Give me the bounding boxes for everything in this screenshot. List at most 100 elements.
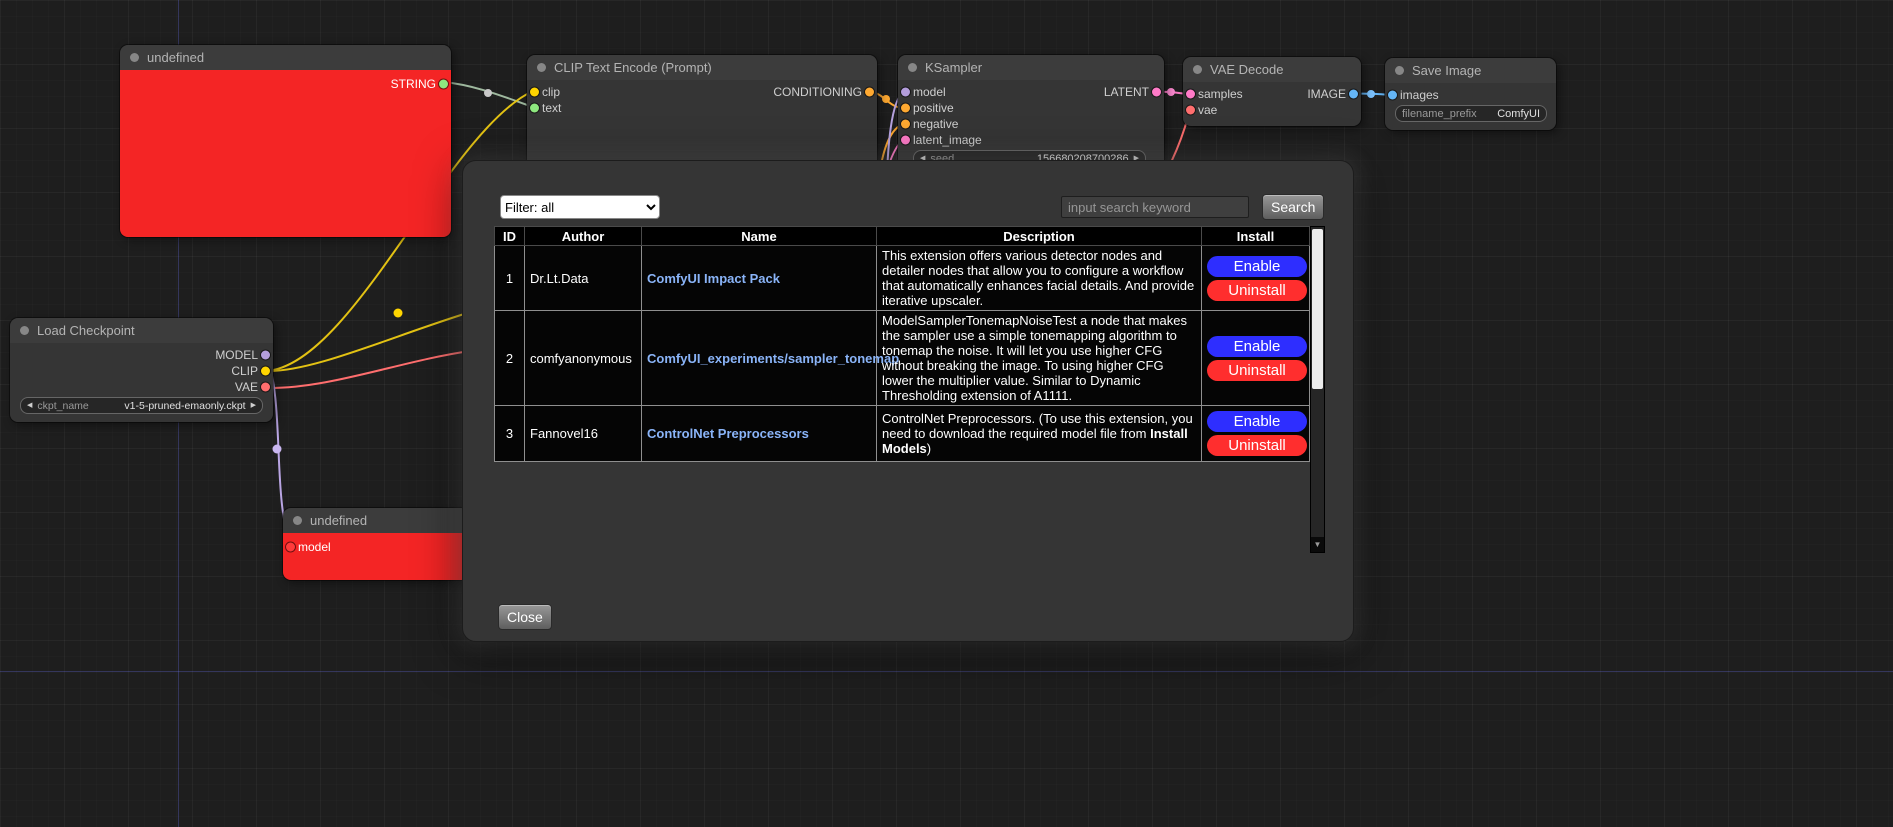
cell-name: ComfyUI_experiments/sampler_tonemap (642, 311, 877, 406)
cell-author: comfyanonymous (525, 311, 642, 406)
node-collapse-dot-icon[interactable] (293, 516, 302, 525)
link-midpoint-dot (394, 309, 403, 318)
node-undefined-bottom[interactable]: undefined model (283, 508, 469, 580)
extension-link[interactable]: ControlNet Preprocessors (647, 426, 809, 441)
conditioning-slot-dot[interactable] (901, 120, 910, 129)
conditioning-slot-dot[interactable] (901, 104, 910, 113)
node-title: Save Image (1412, 63, 1481, 78)
extension-table-container: ID Author Name Description Install 1 Dr.… (494, 226, 1324, 553)
node-load-checkpoint[interactable]: Load Checkpoint MODEL CLIP VAE ◀ ckpt_na… (10, 318, 273, 422)
close-button[interactable]: Close (498, 604, 552, 630)
input-slot-label: clip (542, 85, 560, 99)
enable-button[interactable]: Enable (1207, 256, 1307, 277)
node-title-bar[interactable]: Load Checkpoint (10, 318, 273, 343)
node-collapse-dot-icon[interactable] (537, 63, 546, 72)
cell-install: Enable Uninstall (1202, 406, 1310, 462)
input-slot-model: model (898, 84, 946, 100)
table-scrollbar[interactable]: ▼ (1310, 226, 1325, 553)
model-slot-dot[interactable] (901, 88, 910, 97)
output-slot-label: CLIP (231, 364, 258, 378)
extension-link[interactable]: ComfyUI Impact Pack (647, 271, 780, 286)
uninstall-button[interactable]: Uninstall (1207, 280, 1307, 301)
model-slot-dot[interactable] (286, 543, 295, 552)
node-collapse-dot-icon[interactable] (20, 326, 29, 335)
header-name: Name (642, 227, 877, 246)
node-title: undefined (147, 50, 204, 65)
header-author: Author (525, 227, 642, 246)
output-slot-label: VAE (235, 380, 258, 394)
output-slot-string: STRING (391, 76, 451, 92)
node-title-bar[interactable]: undefined (283, 508, 469, 533)
ckpt-name-widget[interactable]: ◀ ckpt_name v1-5-pruned-emaonly.ckpt ▶ (20, 397, 263, 414)
cell-install: Enable Uninstall (1202, 246, 1310, 311)
image-slot-dot[interactable] (1388, 91, 1397, 100)
cell-author: Dr.Lt.Data (525, 246, 642, 311)
input-slot-label: model (298, 540, 331, 554)
node-collapse-dot-icon[interactable] (908, 63, 917, 72)
latent-slot-dot[interactable] (1152, 88, 1161, 97)
input-slot-clip: clip (527, 84, 560, 100)
string-slot-dot[interactable] (530, 104, 539, 113)
vae-slot-dot[interactable] (1186, 106, 1195, 115)
uninstall-button[interactable]: Uninstall (1207, 360, 1307, 381)
node-title-bar[interactable]: VAE Decode (1183, 57, 1361, 82)
node-body: samples IMAGE vae (1183, 82, 1361, 126)
cell-install: Enable Uninstall (1202, 311, 1310, 406)
output-slot-model: MODEL (215, 347, 273, 363)
output-slot-label: CONDITIONING (773, 85, 862, 99)
string-slot-dot[interactable] (439, 80, 448, 89)
output-slot-vae: VAE (235, 379, 273, 395)
model-slot-dot[interactable] (261, 351, 270, 360)
scrollbar-thumb[interactable] (1312, 229, 1323, 389)
decrement-arrow-icon[interactable]: ◀ (27, 402, 32, 409)
node-title-bar[interactable]: CLIP Text Encode (Prompt) (527, 55, 877, 80)
input-slot-negative: negative (898, 116, 958, 132)
cell-id: 2 (495, 311, 525, 406)
node-save-image[interactable]: Save Image images filename_prefix ComfyU… (1385, 58, 1556, 130)
conditioning-slot-dot[interactable] (865, 88, 874, 97)
increment-arrow-icon[interactable]: ▶ (251, 402, 256, 409)
node-body-error: STRING (120, 70, 451, 237)
link-midpoint-dot (1167, 88, 1175, 96)
search-input[interactable] (1061, 196, 1249, 218)
node-undefined-top[interactable]: undefined STRING (120, 45, 451, 237)
filter-select[interactable]: Filter: all (500, 195, 660, 219)
input-slot-text: text (527, 100, 561, 116)
node-vae-decode[interactable]: VAE Decode samples IMAGE vae (1183, 57, 1361, 126)
node-body: MODEL CLIP VAE ◀ ckpt_name v1-5-pruned-e… (10, 343, 273, 422)
widget-value: v1-5-pruned-emaonly.ckpt (124, 400, 245, 412)
input-slot-label: positive (913, 101, 954, 115)
search-button[interactable]: Search (1262, 194, 1324, 220)
cell-author: Fannovel16 (525, 406, 642, 462)
clip-slot-dot[interactable] (261, 367, 270, 376)
node-title-bar[interactable]: Save Image (1385, 58, 1556, 83)
header-description: Description (877, 227, 1202, 246)
node-body-error: model (283, 533, 469, 580)
node-collapse-dot-icon[interactable] (130, 53, 139, 62)
image-slot-dot[interactable] (1349, 90, 1358, 99)
latent-slot-dot[interactable] (1186, 90, 1195, 99)
widget-value: ComfyUI (1497, 108, 1540, 120)
input-slot-latent-image: latent_image (898, 132, 982, 148)
node-title-bar[interactable]: KSampler (898, 55, 1164, 80)
input-slot-label: text (542, 101, 561, 115)
input-slot-images: images (1385, 87, 1439, 103)
node-title: Load Checkpoint (37, 323, 135, 338)
filename-prefix-widget[interactable]: filename_prefix ComfyUI (1395, 105, 1547, 122)
latent-slot-dot[interactable] (901, 136, 910, 145)
uninstall-button[interactable]: Uninstall (1207, 435, 1307, 456)
node-title-bar[interactable]: undefined (120, 45, 451, 70)
extension-link[interactable]: ComfyUI_experiments/sampler_tonemap (647, 351, 899, 366)
vae-slot-dot[interactable] (261, 383, 270, 392)
input-slot-samples: samples (1183, 86, 1243, 102)
enable-button[interactable]: Enable (1207, 411, 1307, 432)
cell-name: ControlNet Preprocessors (642, 406, 877, 462)
scroll-down-arrow-icon[interactable]: ▼ (1311, 537, 1324, 552)
enable-button[interactable]: Enable (1207, 336, 1307, 357)
clip-slot-dot[interactable] (530, 88, 539, 97)
custom-nodes-manager-dialog: Filter: all Search ID Author Name Descri… (462, 160, 1354, 642)
node-collapse-dot-icon[interactable] (1193, 65, 1202, 74)
link-midpoint-dot (484, 89, 492, 97)
node-collapse-dot-icon[interactable] (1395, 66, 1404, 75)
link-midpoint-dot (882, 95, 890, 103)
